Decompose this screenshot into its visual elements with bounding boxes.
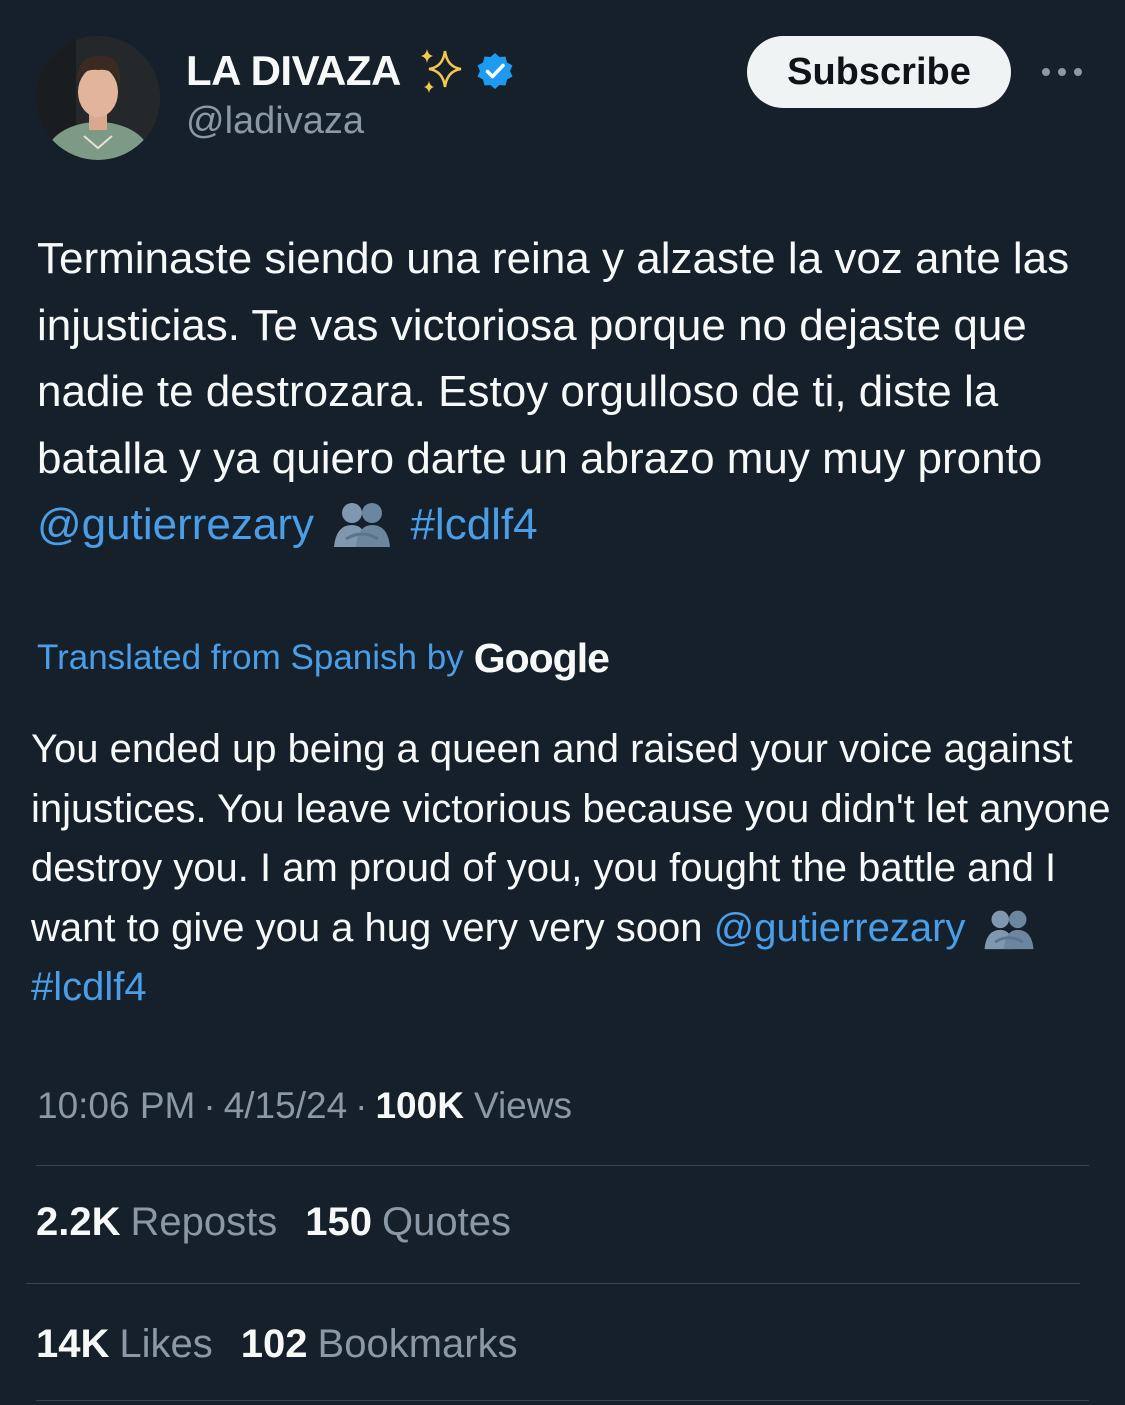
verified-badge-icon[interactable] bbox=[475, 51, 515, 91]
divider bbox=[36, 1165, 1089, 1166]
reposts-stat[interactable]: 2.2K Reposts bbox=[36, 1200, 277, 1245]
ellipsis-icon[interactable] bbox=[1038, 58, 1086, 86]
likes-label: Likes bbox=[119, 1321, 213, 1366]
bookmarks-count: 102 bbox=[240, 1321, 308, 1366]
tweet-time[interactable]: 10:06 PM bbox=[37, 1085, 195, 1127]
quotes-label: Quotes bbox=[382, 1199, 511, 1244]
tweet-body: Terminaste siendo una reina y alzaste la… bbox=[37, 234, 1082, 483]
quotes-count: 150 bbox=[305, 1199, 372, 1244]
tweet-hashtag-link[interactable]: #lcdlf4 bbox=[410, 500, 537, 549]
author-name-row: LA DIVAZA bbox=[186, 44, 515, 98]
translated-hashtag-link[interactable]: #lcdlf4 bbox=[31, 965, 147, 1009]
meta-separator: · bbox=[203, 1085, 216, 1126]
reposts-count: 2.2K bbox=[36, 1199, 121, 1244]
meta-separator: · bbox=[355, 1085, 368, 1126]
translated-text: You ended up being a queen and raised yo… bbox=[31, 720, 1111, 1018]
views-count: 100K bbox=[375, 1085, 464, 1126]
bookmarks-stat[interactable]: 102 Bookmarks bbox=[241, 1322, 518, 1367]
translation-attribution: Translated from Spanish by Google bbox=[37, 628, 610, 688]
likes-count: 14K bbox=[36, 1321, 110, 1366]
views-label: Views bbox=[473, 1085, 572, 1126]
translation-label[interactable]: Translated from Spanish by bbox=[37, 638, 464, 678]
google-logo: Google bbox=[473, 634, 610, 681]
sparkles-icon bbox=[415, 45, 467, 97]
divider bbox=[26, 1283, 1080, 1284]
reposts-label: Reposts bbox=[130, 1199, 278, 1244]
quotes-stat[interactable]: 150 Quotes bbox=[305, 1200, 511, 1245]
divider bbox=[36, 1400, 1089, 1401]
author-display-name[interactable]: LA DIVAZA bbox=[186, 47, 401, 95]
tweet-text: Terminaste siendo una reina y alzaste la… bbox=[37, 226, 1097, 559]
translated-mention-link[interactable]: @gutierrezary bbox=[714, 906, 966, 950]
tweet-mention-link[interactable]: @gutierrezary bbox=[37, 500, 314, 549]
engagement-stats-top: 2.2K Reposts 150 Quotes bbox=[36, 1194, 539, 1250]
tweet-header: LA DIVAZA @ladivaza Subscribe bbox=[0, 0, 1125, 180]
tweet-date[interactable]: 4/15/24 bbox=[224, 1085, 347, 1127]
engagement-stats-bottom: 14K Likes 102 Bookmarks bbox=[36, 1316, 546, 1372]
people-hugging-icon bbox=[330, 499, 394, 549]
bookmarks-label: Bookmarks bbox=[317, 1321, 518, 1366]
avatar-photo bbox=[36, 36, 160, 160]
author-handle[interactable]: @ladivaza bbox=[186, 100, 364, 143]
likes-stat[interactable]: 14K Likes bbox=[36, 1322, 213, 1367]
tweet-meta: 10:06 PM · 4/15/24 · 100K Views bbox=[37, 1080, 572, 1132]
subscribe-button[interactable]: Subscribe bbox=[747, 36, 1011, 108]
avatar[interactable] bbox=[36, 36, 160, 160]
people-hugging-icon bbox=[981, 907, 1037, 951]
